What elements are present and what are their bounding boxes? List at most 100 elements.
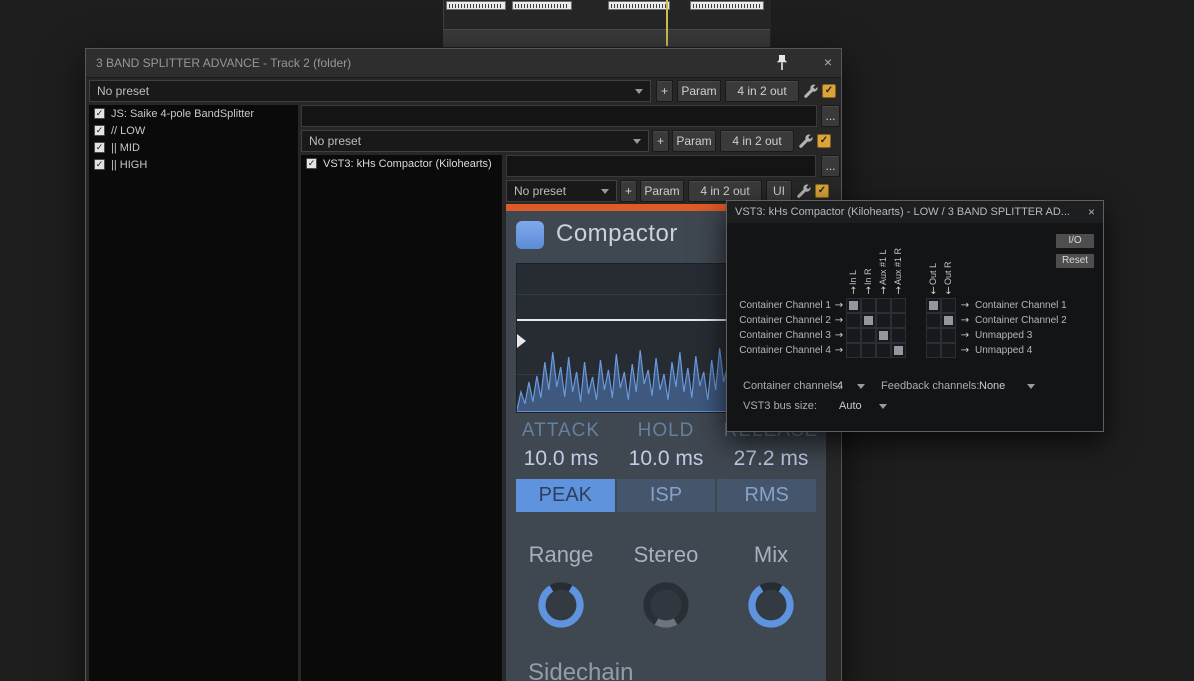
input-arrow-icon: ↑ <box>879 286 888 297</box>
pin-cell[interactable] <box>861 313 876 328</box>
pin-cell[interactable] <box>926 343 941 358</box>
pin-cell[interactable] <box>941 343 956 358</box>
pin-cell[interactable] <box>926 298 941 313</box>
preset-name-field[interactable] <box>301 105 817 127</box>
container-channels-dropdown[interactable]: 4 <box>837 379 843 393</box>
mode-isp-button[interactable]: ISP <box>616 479 716 512</box>
more-options-button[interactable]: ... <box>821 105 840 127</box>
kilohearts-logo[interactable] <box>516 221 544 249</box>
fx-list[interactable]: ✓ JS: Saike 4-pole BandSplitter ✓ // LOW… <box>89 105 298 681</box>
fx-list-item[interactable]: ✓ || HIGH <box>89 156 298 173</box>
hold-label: HOLD <box>637 420 695 441</box>
pin-cell[interactable] <box>891 313 906 328</box>
io-button[interactable]: I/O <box>1056 234 1094 248</box>
param-button[interactable]: Param <box>640 180 684 202</box>
io-pins-button[interactable]: 4 in 2 out <box>725 80 799 102</box>
fx-list-item[interactable]: ✓ || MID <box>89 139 298 156</box>
fx-enable-checkbox[interactable]: ✓ <box>94 125 105 136</box>
pin-icon[interactable] <box>775 54 789 71</box>
edit-cursor[interactable] <box>666 0 668 46</box>
pin-cell[interactable] <box>891 343 906 358</box>
fx-name: || HIGH <box>111 158 148 171</box>
pin-cell[interactable] <box>891 298 906 313</box>
mix-label: Mix <box>753 542 789 567</box>
io-pins-button[interactable]: 4 in 2 out <box>720 130 794 152</box>
pin-cell[interactable] <box>846 343 861 358</box>
pin-cell[interactable] <box>941 328 956 343</box>
hold-value[interactable]: 10.0 ms <box>616 447 716 471</box>
pin-cell[interactable] <box>876 298 891 313</box>
routing-titlebar[interactable]: VST3: kHs Compactor (Kilohearts) - LOW /… <box>727 201 1103 223</box>
timeline-ruler[interactable] <box>443 29 770 47</box>
preset-add-button[interactable]: + <box>656 80 673 102</box>
feedback-channels-dropdown[interactable]: None <box>979 379 1005 393</box>
pin-cell[interactable] <box>926 328 941 343</box>
chevron-down-icon[interactable] <box>879 404 887 409</box>
more-options-button[interactable]: ... <box>821 155 840 177</box>
chevron-down-icon[interactable] <box>857 384 865 389</box>
input-pin-label: In L <box>848 269 858 285</box>
preset-add-button[interactable]: + <box>652 130 669 152</box>
io-pins-button[interactable]: 4 in 2 out <box>688 180 762 202</box>
bus-size-dropdown[interactable]: Auto <box>839 399 862 413</box>
close-icon[interactable]: × <box>1088 201 1095 223</box>
wrench-icon[interactable] <box>795 183 811 199</box>
preset-dropdown[interactable]: No preset <box>89 80 651 102</box>
feedback-channels-label: Feedback channels: <box>881 380 980 392</box>
param-button[interactable]: Param <box>672 130 716 152</box>
fx-enable-checkbox[interactable]: ✓ <box>94 159 105 170</box>
fx-window-titlebar[interactable]: 3 BAND SPLITTER ADVANCE - Track 2 (folde… <box>86 49 841 78</box>
preset-dropdown-value: No preset <box>514 184 567 198</box>
fx-chain-enable-checkbox[interactable]: ✓ <box>822 84 836 98</box>
pin-cell[interactable] <box>861 328 876 343</box>
chevron-down-icon[interactable] <box>1027 384 1035 389</box>
ui-toggle-button[interactable]: UI <box>766 180 792 202</box>
pin-cell[interactable] <box>941 298 956 313</box>
right-arrow-icon: → <box>960 300 970 311</box>
mode-peak-button[interactable]: PEAK <box>516 479 615 512</box>
close-icon[interactable]: × <box>824 49 832 76</box>
pin-cell[interactable] <box>876 328 891 343</box>
container-fx-list[interactable]: ✓ VST3: kHs Compactor (Kilohearts) <box>301 155 502 681</box>
pin-cell[interactable] <box>941 313 956 328</box>
fx-enable-checkbox[interactable]: ✓ <box>815 184 829 198</box>
container-preset-dropdown[interactable]: No preset <box>301 130 649 152</box>
preset-dropdown-value: No preset <box>97 84 150 98</box>
input-pin-label: Aux #1 R <box>893 247 903 285</box>
plugin-thumbnail[interactable] <box>512 1 572 10</box>
plugin-thumbnail[interactable] <box>608 1 670 10</box>
fx-enable-checkbox[interactable]: ✓ <box>94 108 105 119</box>
stereo-knob[interactable] <box>616 576 716 634</box>
plugin-thumbnail[interactable] <box>690 1 764 10</box>
output-pin-label: Out R <box>943 261 953 285</box>
fx-list-item[interactable]: ✓ JS: Saike 4-pole BandSplitter <box>89 105 298 122</box>
pin-cell[interactable] <box>891 328 906 343</box>
fx-list-item[interactable]: ✓ // LOW <box>89 122 298 139</box>
fx-enable-checkbox[interactable]: ✓ <box>94 142 105 153</box>
pin-cell[interactable] <box>846 313 861 328</box>
preset-name-field[interactable] <box>506 155 816 177</box>
pin-cell[interactable] <box>861 298 876 313</box>
mode-rms-button[interactable]: RMS <box>717 479 817 512</box>
plugin-thumbnail[interactable] <box>446 1 506 10</box>
pin-cell[interactable] <box>861 343 876 358</box>
chevron-down-icon <box>633 139 641 144</box>
pin-cell[interactable] <box>876 313 891 328</box>
attack-value[interactable]: 10.0 ms <box>506 447 616 471</box>
range-knob[interactable] <box>506 576 616 634</box>
fx-enable-checkbox[interactable]: ✓ <box>306 158 317 169</box>
plugin-preset-dropdown[interactable]: No preset <box>506 180 617 202</box>
wrench-icon[interactable] <box>802 83 818 99</box>
fx-chain-enable-checkbox[interactable]: ✓ <box>817 134 831 148</box>
preset-add-button[interactable]: + <box>620 180 637 202</box>
pin-cell[interactable] <box>926 313 941 328</box>
pin-cell[interactable] <box>876 343 891 358</box>
reset-button[interactable]: Reset <box>1056 254 1094 268</box>
param-button[interactable]: Param <box>677 80 721 102</box>
pin-cell[interactable] <box>846 298 861 313</box>
fx-list-item[interactable]: ✓ VST3: kHs Compactor (Kilohearts) <box>301 155 502 172</box>
mix-knob[interactable] <box>716 576 826 634</box>
pin-cell[interactable] <box>846 328 861 343</box>
wrench-icon[interactable] <box>797 133 813 149</box>
release-value[interactable]: 27.2 ms <box>716 447 826 471</box>
